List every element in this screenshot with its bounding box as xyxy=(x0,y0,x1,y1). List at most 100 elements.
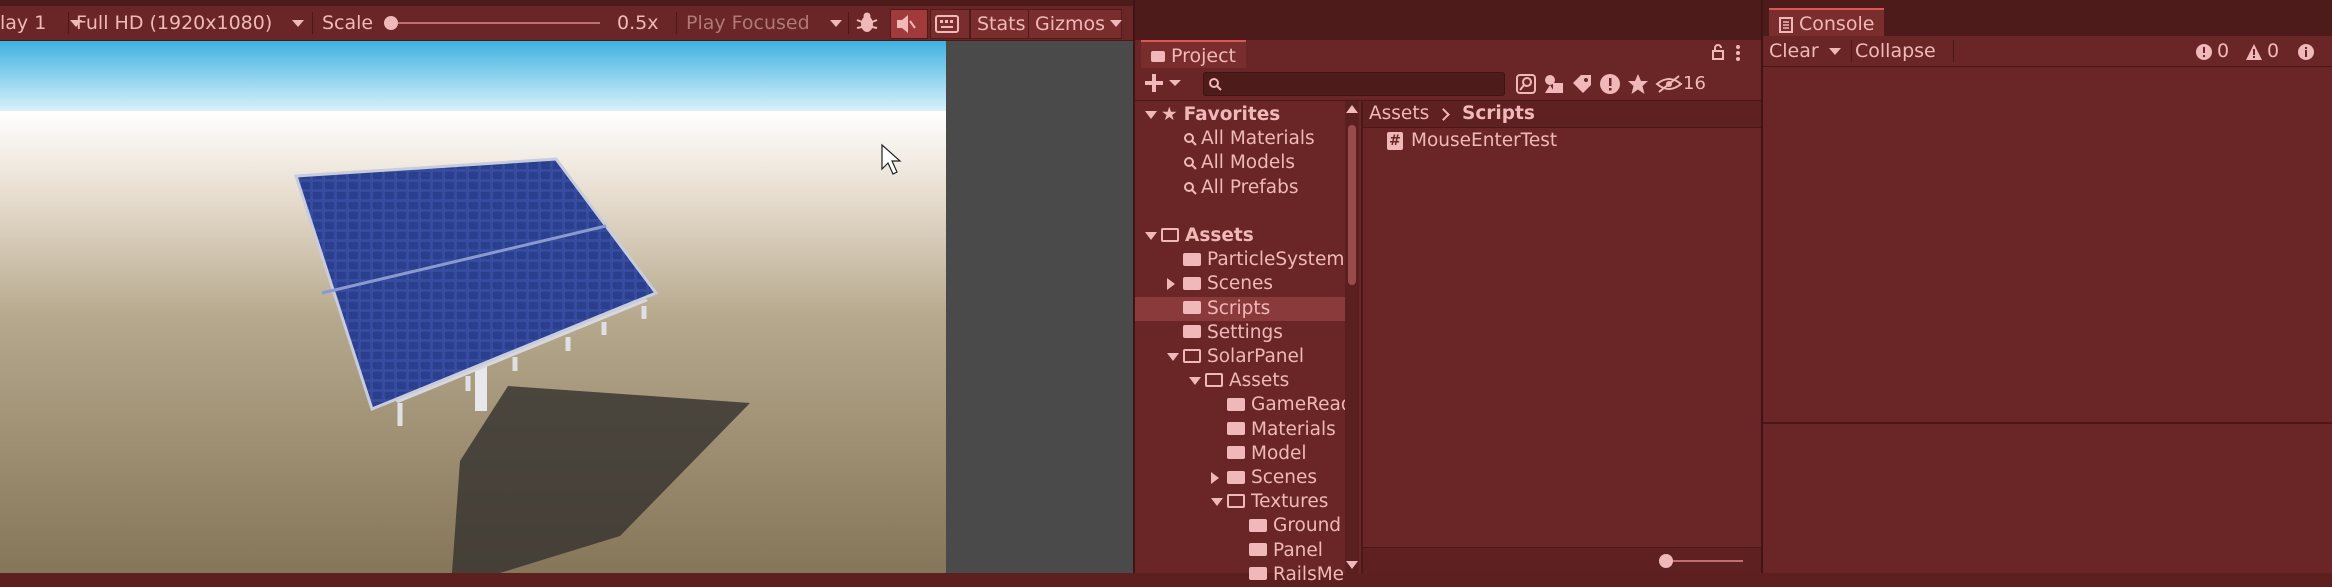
tree-item-label: All Materials xyxy=(1201,128,1315,150)
icon-size-thumb[interactable] xyxy=(1659,554,1673,568)
tree-item-label: GameReady xyxy=(1251,394,1345,416)
tree-item-label: Assets xyxy=(1185,225,1254,246)
collapse-button[interactable]: Collapse xyxy=(1855,36,1936,66)
tree-item-label: Materials xyxy=(1251,418,1336,440)
bug-toggle[interactable] xyxy=(852,6,882,40)
breadcrumb-item[interactable]: Assets xyxy=(1369,103,1429,124)
folder-icon xyxy=(1183,301,1201,315)
search-icon xyxy=(1183,152,1197,173)
folder-icon xyxy=(1227,422,1245,436)
console-log-list[interactable] xyxy=(1763,67,2332,422)
alert-icon xyxy=(1600,74,1620,94)
hidden-packages-toggle[interactable]: 16 xyxy=(1655,72,1706,96)
scroll-down-icon[interactable] xyxy=(1346,561,1358,569)
file-label: MouseEnterTest xyxy=(1411,130,1558,151)
filter-by-type-button[interactable] xyxy=(1543,73,1565,99)
tree-item[interactable]: Scripts xyxy=(1135,296,1345,321)
save-search-button[interactable] xyxy=(1627,73,1649,99)
tree-item[interactable]: Scenes xyxy=(1135,272,1345,296)
scale-slider[interactable] xyxy=(384,6,606,40)
csharp-script-icon: # xyxy=(1387,132,1403,150)
tree-item[interactable]: RailsMe xyxy=(1135,563,1345,587)
tree-item[interactable]: ★ Favorites xyxy=(1135,103,1345,127)
star-icon xyxy=(1628,74,1648,94)
chevron-down-icon xyxy=(292,20,304,27)
expand-arrow-icon[interactable] xyxy=(1189,377,1201,386)
console-icon xyxy=(1779,16,1793,33)
bug-icon xyxy=(856,12,878,32)
folder-icon xyxy=(1227,446,1245,460)
display-dropdown[interactable]: lay 1 xyxy=(0,6,83,40)
create-button[interactable] xyxy=(1143,72,1183,97)
gizmos-button[interactable]: Gizmos xyxy=(1028,9,1122,39)
tree-item[interactable]: Materials xyxy=(1135,418,1345,442)
error-filter-toggle[interactable]: 0 xyxy=(2195,36,2229,66)
project-footer xyxy=(1363,547,1761,574)
tree-item[interactable]: GameReady xyxy=(1135,393,1345,417)
expand-arrow-icon[interactable] xyxy=(1167,353,1179,361)
tree-item[interactable]: SolarPanel xyxy=(1135,345,1345,369)
tree-item-label: SolarPanel xyxy=(1207,346,1305,367)
tab-console-label: Console xyxy=(1799,13,1875,35)
tree-item-label: All Prefabs xyxy=(1201,176,1299,198)
tree-item[interactable]: All Materials xyxy=(1135,127,1345,151)
tree-item[interactable]: Assets xyxy=(1135,369,1345,393)
tree-item[interactable]: Ground xyxy=(1135,514,1345,538)
tree-item[interactable]: ParticleSystems xyxy=(1135,248,1345,272)
search-by-type-button[interactable] xyxy=(1515,73,1537,99)
clear-options-dropdown[interactable] xyxy=(1829,36,1841,66)
tree-item[interactable]: Settings xyxy=(1135,321,1345,345)
info-filter-toggle[interactable] xyxy=(2297,36,2315,66)
filter-log-type-button[interactable] xyxy=(1599,73,1621,99)
separator xyxy=(68,12,69,34)
mute-audio-toggle[interactable] xyxy=(890,9,928,39)
expand-arrow-icon[interactable] xyxy=(1211,498,1223,507)
tree-item-label: Model xyxy=(1251,442,1307,464)
tree-item[interactable]: All Prefabs xyxy=(1135,176,1345,200)
play-mode-dropdown[interactable]: Play Focused xyxy=(686,6,846,40)
project-top-strip xyxy=(1135,0,1761,40)
separator xyxy=(676,12,677,34)
tree-item[interactable]: All Models xyxy=(1135,151,1345,175)
tree-scroll-thumb[interactable] xyxy=(1348,125,1356,285)
speaker-mute-icon xyxy=(897,15,916,33)
list-item[interactable]: # MouseEnterTest xyxy=(1387,129,1557,153)
breadcrumb: Assets Scripts xyxy=(1363,101,1761,128)
warning-filter-toggle[interactable]: 0 xyxy=(2245,36,2279,66)
shortcuts-toggle[interactable] xyxy=(930,9,970,39)
breadcrumb-item-current[interactable]: Scripts xyxy=(1462,103,1535,124)
folder-icon xyxy=(1249,543,1267,557)
sky xyxy=(0,41,946,111)
expand-arrow-icon[interactable] xyxy=(1145,111,1157,119)
tree-item[interactable]: Textures xyxy=(1135,490,1345,514)
tree-item[interactable]: Model xyxy=(1135,442,1345,466)
chevron-right-icon xyxy=(1437,108,1450,121)
scroll-up-icon[interactable] xyxy=(1346,105,1358,113)
star-icon: ★ xyxy=(1161,104,1178,125)
tree-item[interactable]: Assets xyxy=(1135,224,1345,248)
tree-item-label: Scripts xyxy=(1207,297,1271,319)
more-options-icon[interactable] xyxy=(1735,44,1741,66)
eye-hidden-icon xyxy=(1655,75,1683,93)
tab-project[interactable]: Project xyxy=(1141,40,1247,70)
tree-item[interactable]: Scenes xyxy=(1135,466,1345,490)
tab-project-label: Project xyxy=(1171,45,1237,67)
clear-button[interactable]: Clear xyxy=(1769,36,1819,66)
game-viewport[interactable] xyxy=(0,41,946,573)
project-search-input[interactable] xyxy=(1203,72,1505,96)
tab-console[interactable]: Console xyxy=(1769,8,1885,38)
stats-button[interactable]: Stats xyxy=(970,9,1033,39)
resolution-dropdown[interactable]: Full HD (1920x1080) xyxy=(76,6,308,40)
gizmos-dropdown[interactable] xyxy=(1110,6,1122,40)
collapse-arrow-icon[interactable] xyxy=(1167,278,1175,291)
expand-arrow-icon[interactable] xyxy=(1145,232,1157,240)
icon-size-slider[interactable] xyxy=(1663,560,1743,562)
tree-item[interactable]: Panel xyxy=(1135,539,1345,563)
slider-thumb[interactable] xyxy=(384,16,398,30)
filter-by-label-button[interactable] xyxy=(1571,73,1593,99)
console-detail-area xyxy=(1763,424,2332,573)
lock-icon[interactable] xyxy=(1711,44,1725,65)
collapse-arrow-icon[interactable] xyxy=(1211,472,1219,484)
scale-value: 0.5x xyxy=(617,12,659,34)
tree-item-label: Ground xyxy=(1273,515,1342,537)
